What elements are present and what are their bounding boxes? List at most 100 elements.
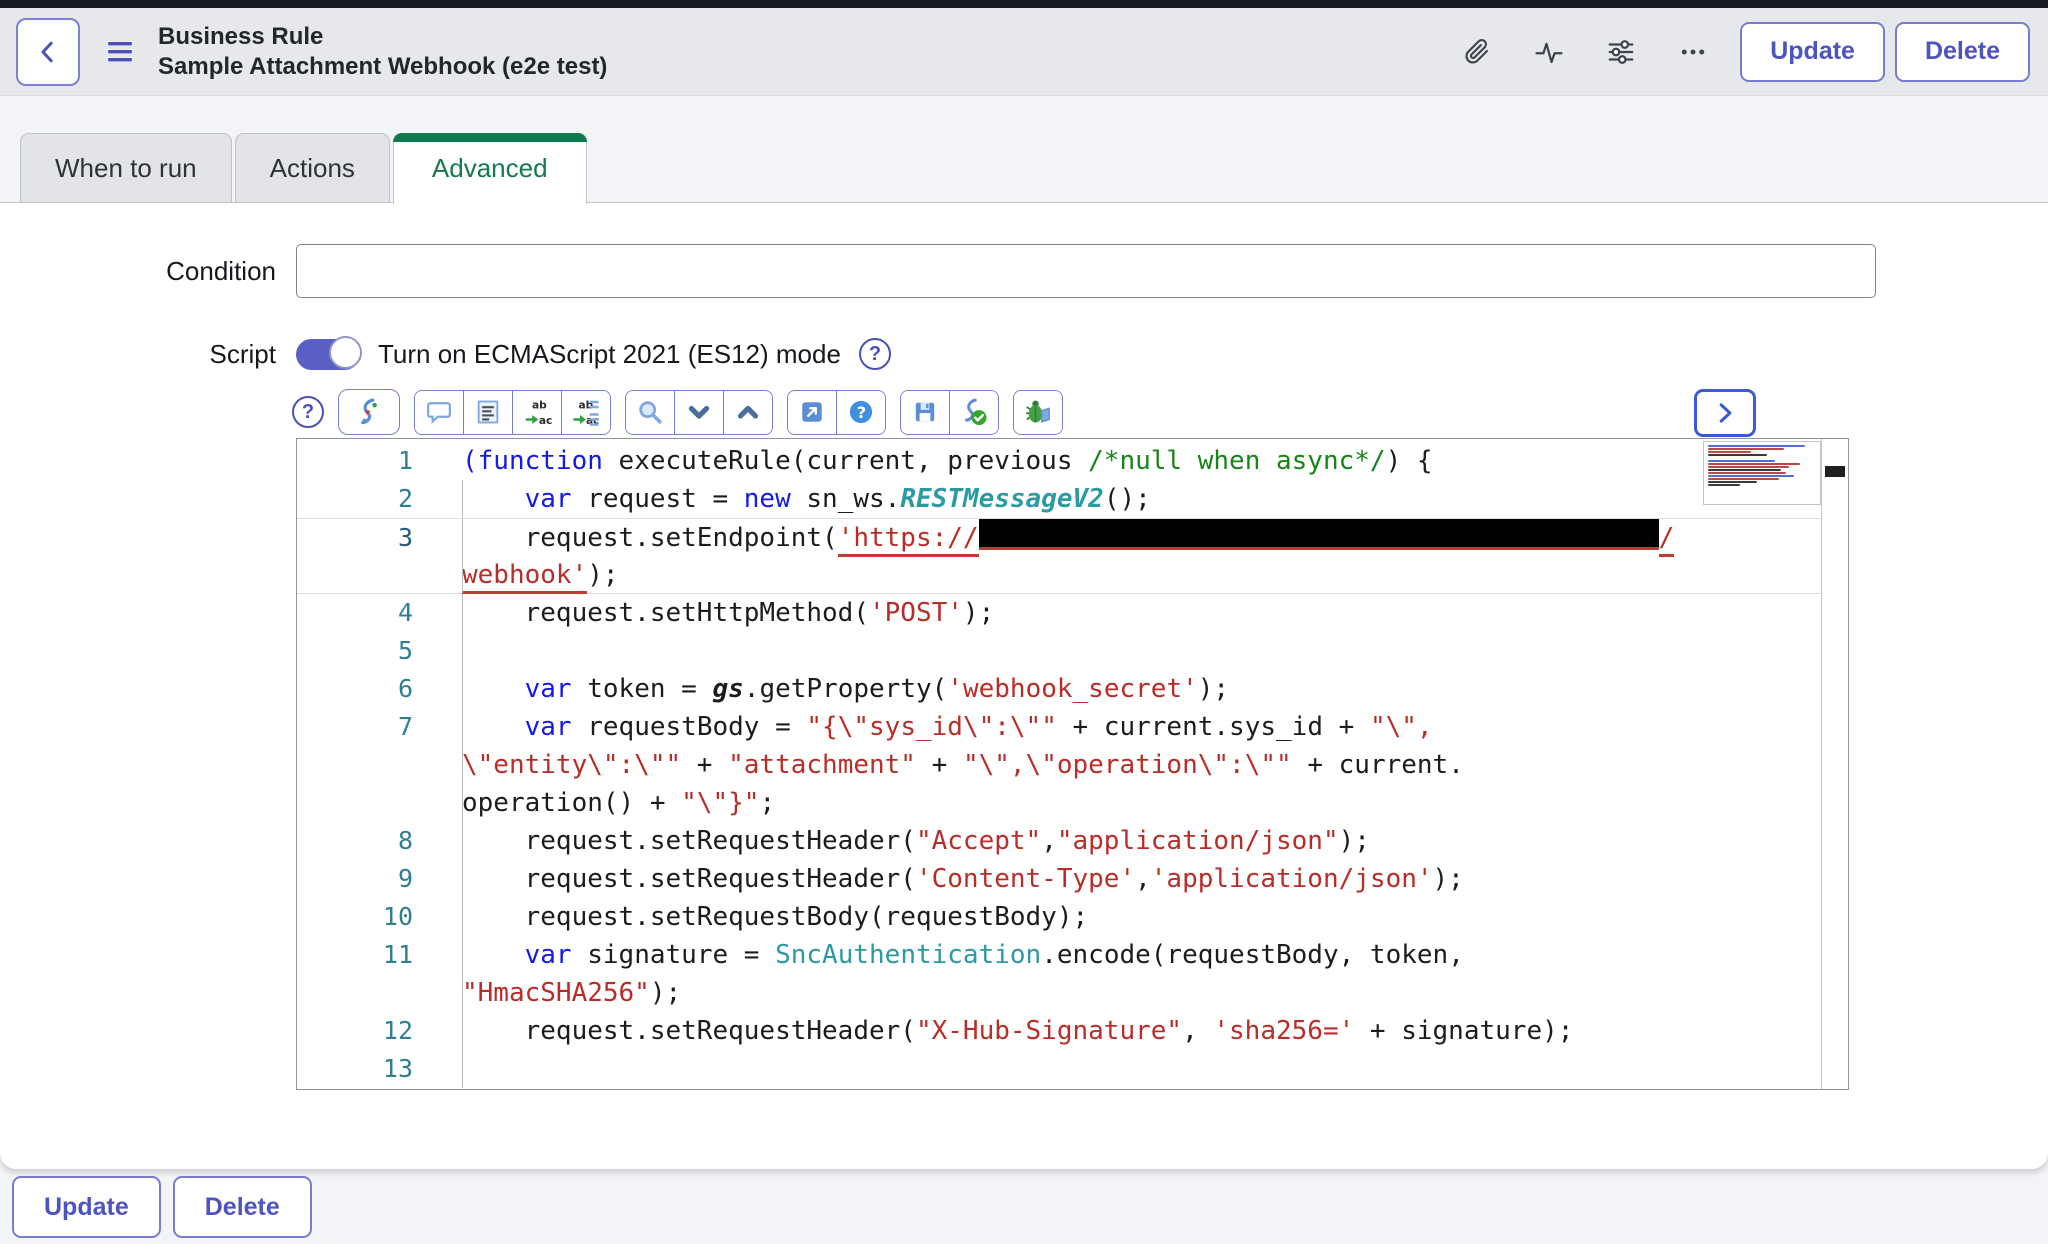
- script-scroll-icon: [354, 397, 384, 427]
- chevron-up-icon: [734, 398, 762, 426]
- personalize-form-button[interactable]: [1604, 35, 1638, 69]
- code-line: "HmacSHA256");: [447, 974, 1821, 1012]
- code-rows: 1(function executeRule(current, previous…: [297, 442, 1821, 1088]
- editor-scrollbar-thumb[interactable]: [1825, 466, 1845, 477]
- code-row: 13: [297, 1050, 1821, 1088]
- es-mode-toggle-label: Turn on ECMAScript 2021 (ES12) mode: [378, 339, 841, 370]
- help-circle-icon: ?: [847, 398, 875, 426]
- es-mode-help-icon[interactable]: ?: [859, 338, 891, 370]
- editor-toolbar-help-icon[interactable]: ?: [292, 396, 324, 428]
- record-name-subtitle: Sample Attachment Webhook (e2e test): [158, 52, 607, 82]
- toggle-comment-button[interactable]: [415, 391, 463, 434]
- code-line: webhook');: [447, 556, 1821, 593]
- code-row: 5: [297, 632, 1821, 670]
- script-label: Script: [0, 327, 276, 381]
- toggle-knob: [329, 336, 362, 369]
- open-new-window-button[interactable]: [788, 391, 836, 434]
- find-next-button[interactable]: [674, 391, 723, 434]
- es-mode-toggle[interactable]: [296, 339, 360, 370]
- code-line: var signature = SncAuthentication.encode…: [447, 936, 1821, 974]
- check-syntax-button[interactable]: [949, 391, 998, 434]
- line-number: 4: [297, 594, 447, 632]
- header-action-buttons: Update Delete: [1740, 22, 2030, 82]
- editor-minimap: [1703, 441, 1821, 505]
- line-number: 2: [297, 480, 447, 518]
- attachment-button[interactable]: [1460, 35, 1494, 69]
- expand-editor-button[interactable]: [1694, 389, 1756, 437]
- paperclip-icon: [1462, 37, 1492, 67]
- tab-advanced[interactable]: Advanced: [393, 133, 587, 204]
- line-number: 11: [297, 936, 447, 974]
- svg-text:ab: ab: [532, 398, 547, 411]
- code-line: request.setRequestHeader("Accept","appli…: [447, 822, 1821, 860]
- search-icon: [636, 398, 664, 426]
- debug-button[interactable]: [1014, 391, 1062, 434]
- header-icon-bar: [1460, 35, 1710, 69]
- code-row: 6 var token = gs.getProperty('webhook_se…: [297, 670, 1821, 708]
- line-number: 1: [297, 442, 447, 480]
- editor-save-group: [900, 390, 999, 435]
- bug-icon: [1023, 397, 1053, 427]
- format-code-button[interactable]: [463, 391, 512, 434]
- save-script-button[interactable]: [901, 391, 949, 434]
- code-row: 8 request.setRequestHeader("Accept","app…: [297, 822, 1821, 860]
- delete-button-footer[interactable]: Delete: [173, 1176, 312, 1238]
- code-row: 11 var signature = SncAuthentication.enc…: [297, 936, 1821, 974]
- code-line: [447, 632, 1821, 670]
- comment-bubble-icon: [425, 398, 453, 426]
- back-button[interactable]: [16, 18, 80, 86]
- line-number: [297, 556, 447, 593]
- delete-button-header[interactable]: Delete: [1895, 22, 2030, 82]
- line-number: [297, 784, 447, 822]
- tab-actions[interactable]: Actions: [235, 133, 390, 203]
- save-floppy-icon: [912, 399, 938, 425]
- code-row: \"entity\":\"" + "attachment" + "\",\"op…: [297, 746, 1821, 784]
- code-row: 7 var requestBody = "{\"sys_id\":\"" + c…: [297, 708, 1821, 746]
- line-number: 13: [297, 1050, 447, 1088]
- code-row: 1(function executeRule(current, previous…: [297, 442, 1821, 480]
- activity-stream-button[interactable]: [1532, 35, 1566, 69]
- line-number: 6: [297, 670, 447, 708]
- export-arrow-icon: [799, 399, 825, 425]
- editor-scrollbar[interactable]: [1821, 439, 1848, 1089]
- code-row: webhook');: [297, 556, 1821, 594]
- code-row: 4 request.setHttpMethod('POST');: [297, 594, 1821, 632]
- code-line: \"entity\":\"" + "attachment" + "\",\"op…: [447, 746, 1821, 784]
- redacted-url-bar: [979, 519, 1659, 550]
- replace-button[interactable]: abac: [512, 391, 561, 434]
- editor-window-group: ?: [787, 390, 886, 435]
- context-menu-icon[interactable]: [104, 39, 136, 65]
- line-number: [297, 974, 447, 1012]
- svg-text:?: ?: [857, 403, 866, 422]
- line-number: [297, 746, 447, 784]
- editor-help-button[interactable]: ?: [836, 391, 885, 434]
- code-row: operation() + "\"}";: [297, 784, 1821, 822]
- more-options-button[interactable]: [1676, 35, 1710, 69]
- line-number: 8: [297, 822, 447, 860]
- editor-search-group: [625, 390, 773, 435]
- replace-all-button[interactable]: abac: [561, 391, 610, 434]
- advanced-tab-panel: Condition Script Turn on ECMAScript 2021…: [0, 202, 2048, 1169]
- page-title-block: Business Rule Sample Attachment Webhook …: [158, 22, 607, 82]
- activity-pulse-icon: [1533, 37, 1565, 67]
- syntax-editor-button[interactable]: [338, 389, 400, 435]
- code-row: 3 request.setEndpoint('https:///: [297, 518, 1821, 556]
- editor-debug-group: [1013, 390, 1063, 435]
- ellipsis-icon: [1678, 37, 1708, 67]
- find-previous-button[interactable]: [723, 391, 772, 434]
- code-line: (function executeRule(current, previous …: [447, 442, 1821, 480]
- code-row: 9 request.setRequestHeader('Content-Type…: [297, 860, 1821, 898]
- code-line: var requestBody = "{\"sys_id\":\"" + cur…: [447, 708, 1821, 746]
- tab-when-to-run[interactable]: When to run: [20, 133, 232, 203]
- update-button-header[interactable]: Update: [1740, 22, 1885, 82]
- script-code-editor[interactable]: 1(function executeRule(current, previous…: [296, 438, 1849, 1090]
- condition-input[interactable]: [296, 244, 1876, 298]
- line-number: 9: [297, 860, 447, 898]
- chevron-down-icon: [685, 398, 713, 426]
- code-line: request.setRequestHeader("X-Hub-Signatur…: [447, 1012, 1821, 1050]
- search-button[interactable]: [626, 391, 674, 434]
- editor-edit-group: abac abac: [414, 390, 611, 435]
- format-lines-icon: [474, 398, 502, 426]
- code-line: operation() + "\"}";: [447, 784, 1821, 822]
- update-button-footer[interactable]: Update: [12, 1176, 161, 1238]
